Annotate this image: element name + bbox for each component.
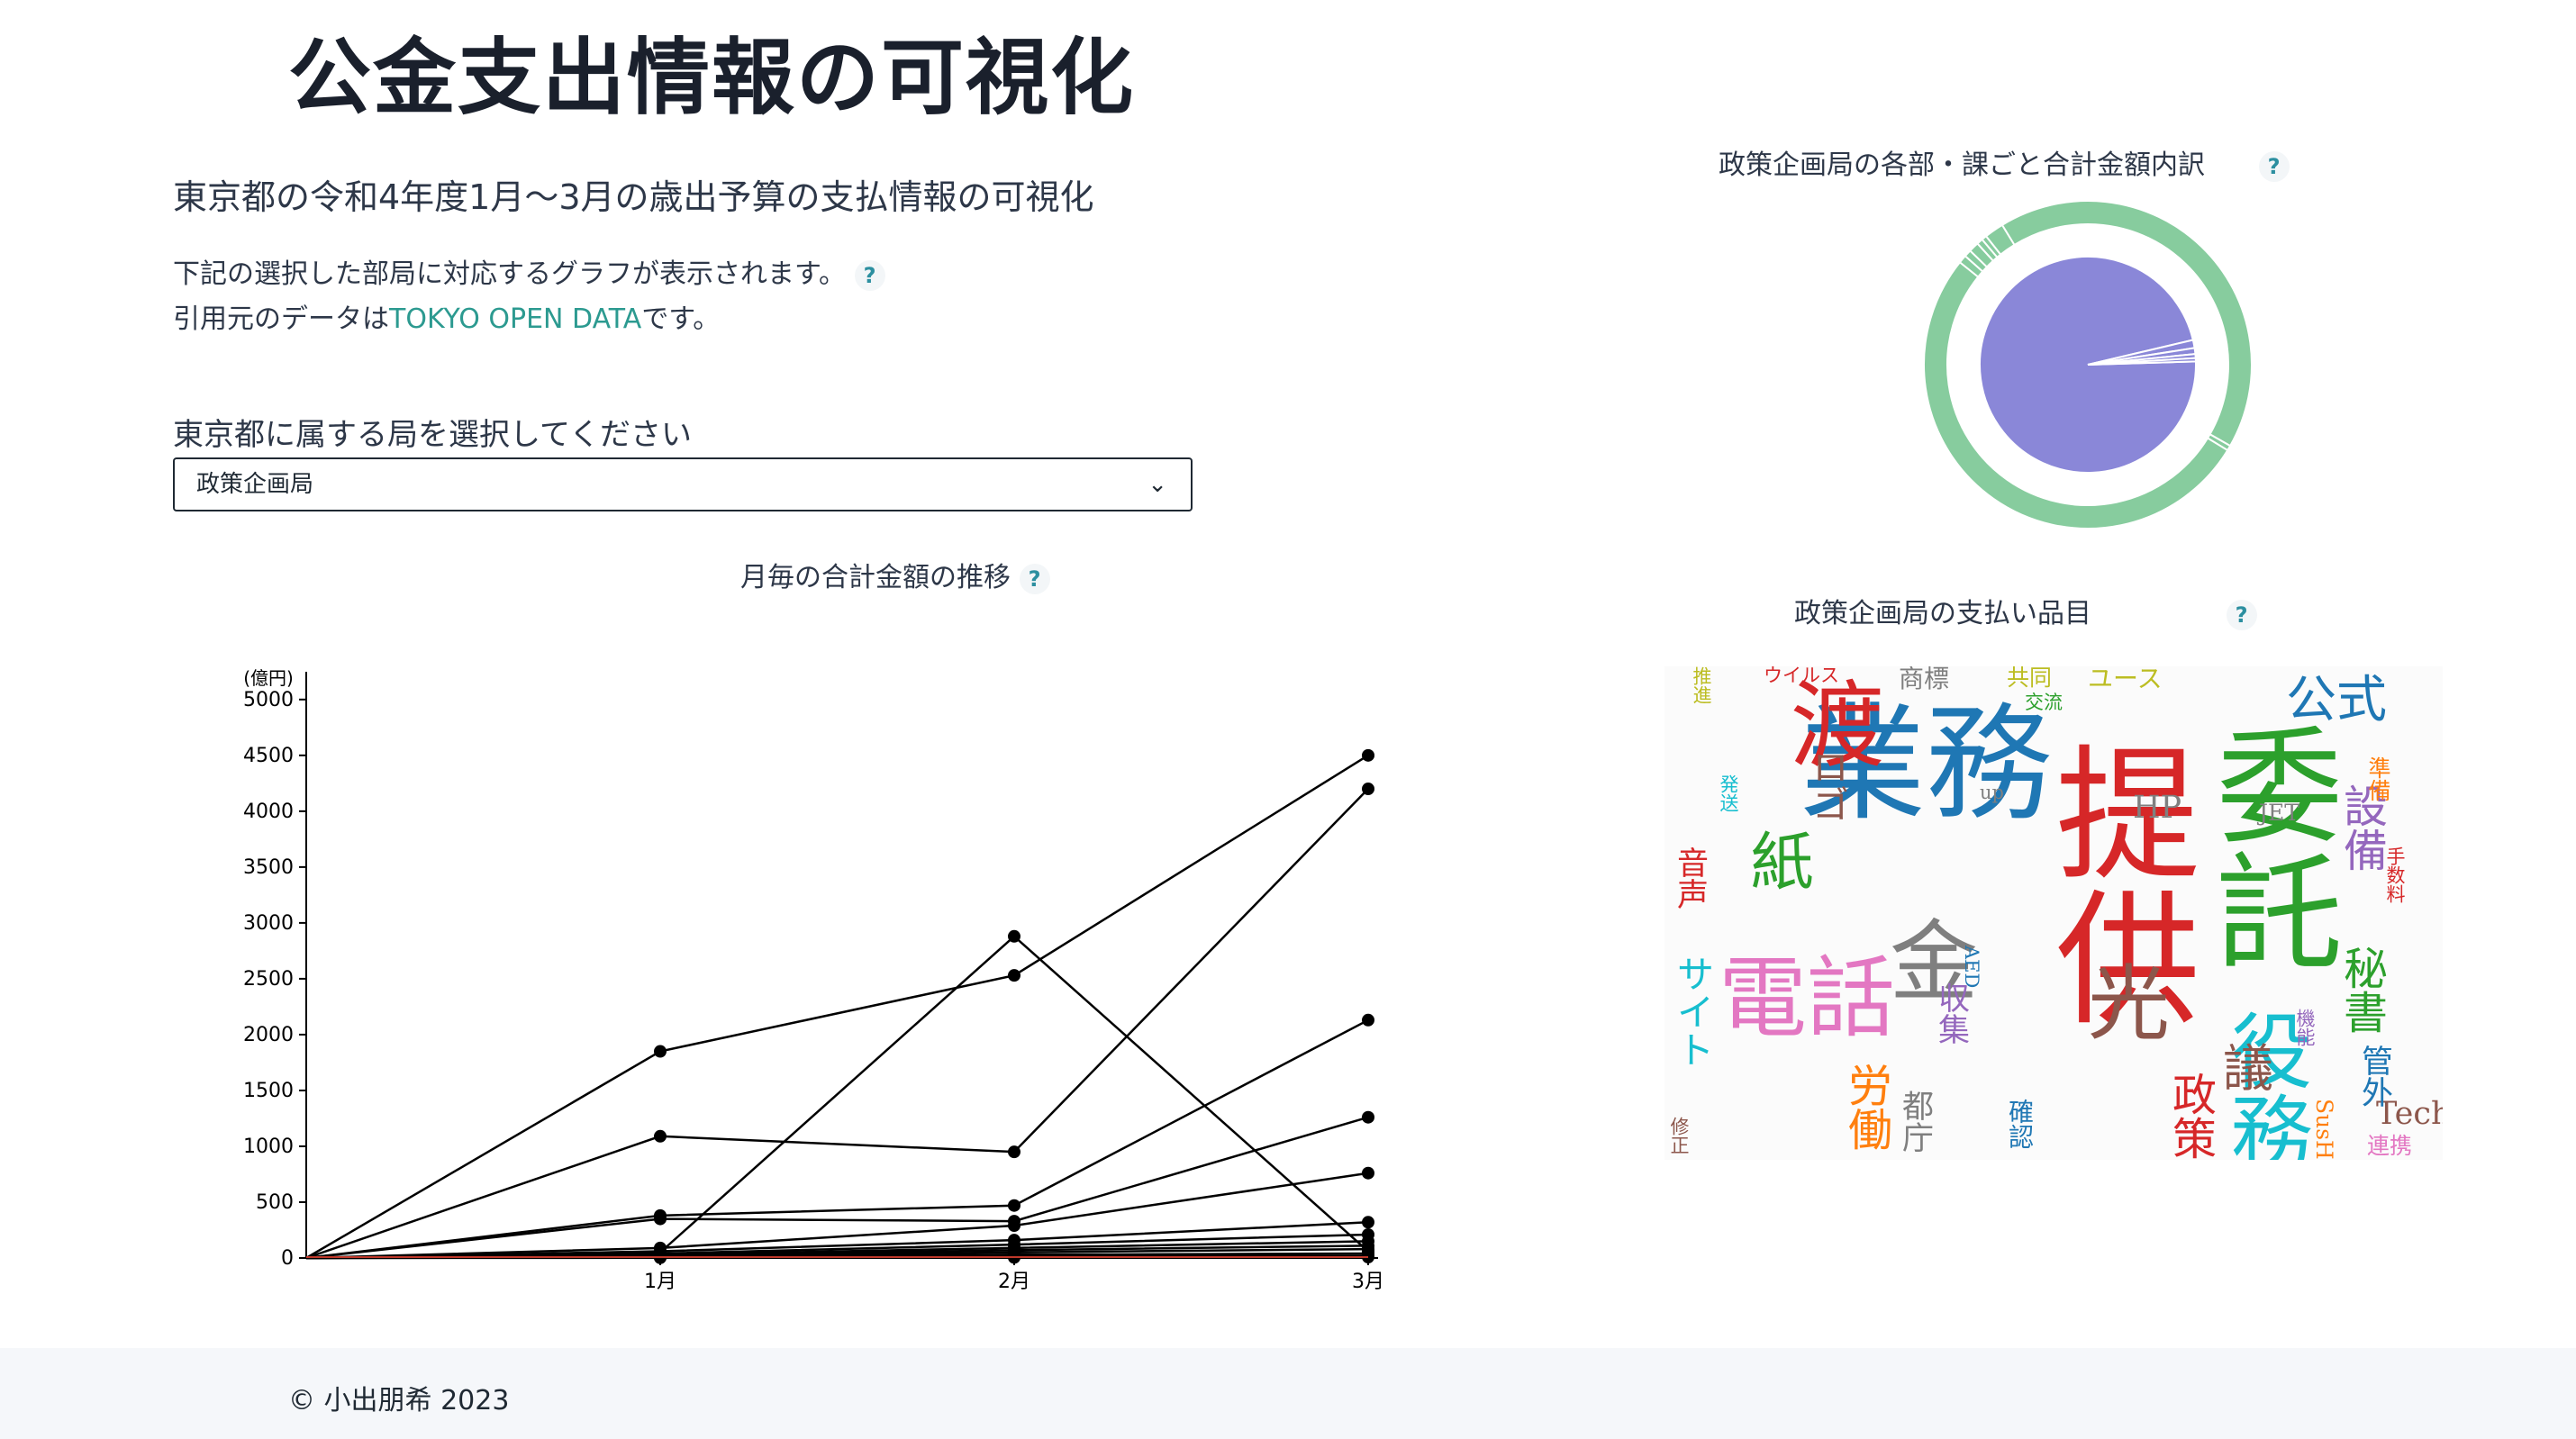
pie-chart [1923, 200, 2253, 529]
data-point [1008, 1219, 1020, 1233]
wordcloud-title: 政策企画局の支払い品目 [1794, 598, 2091, 629]
data-point [1362, 748, 1374, 762]
wordcloud-word: 収集 [1933, 982, 1969, 1045]
wordcloud-word: 労働 [1841, 1063, 1892, 1151]
y-tick-label: 1000 [243, 1136, 294, 1158]
wordcloud-word: 修正 [1668, 1117, 1690, 1154]
data-point [654, 1045, 667, 1058]
wordcloud-word: up [1980, 782, 2004, 803]
y-tick-label: 3500 [243, 856, 294, 879]
wordcloud-word: サイト [1671, 955, 1715, 1068]
wordcloud: 業務 提供 委託 電話渡金役務光紙公式 設備 秘書議政策 労働 サイト ロゴ Tech 収集 都庁 音声… [1664, 666, 2443, 1160]
wordcloud-word: 手数料 [2384, 846, 2406, 903]
wordcloud-word: 紙 [1740, 828, 1814, 891]
series-line [305, 754, 1369, 1260]
data-point [1008, 929, 1020, 943]
wordcloud-word: HP [2133, 790, 2182, 826]
y-tick-label: 1500 [243, 1080, 294, 1102]
wordcloud-word: 音声 [1672, 846, 1708, 910]
wordcloud-word: 都庁 [1897, 1090, 1933, 1153]
data-point [654, 1129, 667, 1143]
wordcloud-word: 委託 [2195, 720, 2342, 973]
wordcloud-word: 光 [2088, 957, 2171, 1052]
y-tick-label: 500 [256, 1191, 294, 1214]
data-point [1008, 969, 1020, 982]
wordcloud-word: 発送 [1718, 774, 1739, 812]
data-point [1362, 783, 1374, 796]
y-tick-label: 2500 [243, 968, 294, 991]
data-point [1362, 1216, 1374, 1229]
wordcloud-word: ロゴ [1806, 747, 1850, 823]
wordcloud-word: 公式 [2286, 671, 2387, 729]
y-tick-label: 5000 [243, 689, 294, 711]
data-point [1362, 1110, 1374, 1124]
wordcloud-word: 商標 [1899, 666, 1950, 693]
x-tick-label: 2月 [998, 1271, 1030, 1293]
y-tick-label: 2000 [243, 1024, 294, 1046]
y-axis-label: (億円) [243, 667, 294, 689]
y-tick-label: 4000 [243, 801, 294, 823]
footer-copyright: © 小出朋希 2023 [288, 1385, 510, 1416]
wordcloud-word: 政策 [2165, 1072, 2217, 1160]
wordcloud-word: 議 [2223, 1040, 2273, 1099]
y-tick-label: 0 [281, 1247, 294, 1270]
x-tick-label: 3月 [1352, 1271, 1384, 1293]
data-point [1008, 1199, 1020, 1212]
data-point [1362, 1013, 1374, 1027]
wordcloud-word: 共同 [2007, 666, 2053, 691]
wordcloud-word: JET [2259, 800, 2299, 826]
wordcloud-word: 推進 [1691, 666, 1712, 704]
wordcloud-word: 交流 [2025, 692, 2063, 713]
series-line [305, 1018, 1369, 1260]
wordcloud-word: 管外 [2356, 1045, 2392, 1108]
wordcloud-word: SusHi [2311, 1099, 2337, 1160]
wordcloud-word: ウイルス [1764, 666, 1839, 686]
line-chart: (億円) 0 500 1000 1500 2000 2500 3000 3500 4000 4500… [243, 667, 1384, 1293]
wordcloud-word: 機能 [2294, 1009, 2316, 1046]
y-tick-label: 4500 [243, 745, 294, 767]
pie-chart-help-icon[interactable]: ? [2258, 150, 2290, 182]
pie-chart-title-wrap: 政策企画局の各部・課ごと合計金額内訳 ? [1719, 142, 2290, 182]
wordcloud-word: 連携 [2367, 1133, 2413, 1159]
wordcloud-title-wrap: 政策企画局の支払い品目 ? [1794, 591, 2257, 630]
wordcloud-word: 確認 [2005, 1099, 2035, 1149]
wordcloud-word: ユース [2088, 666, 2163, 693]
pie-chart-title: 政策企画局の各部・課ごと合計金額内訳 [1719, 149, 2205, 181]
data-point [1008, 1145, 1020, 1159]
wordcloud-word: 秘書 [2336, 946, 2388, 1034]
data-point [654, 1212, 667, 1226]
data-point [1362, 1166, 1374, 1180]
wordcloud-word: 電話 [1719, 947, 1896, 1050]
series-line [305, 788, 1369, 1260]
x-tick-label: 1月 [644, 1271, 676, 1293]
wordcloud-word: 準備 [2365, 756, 2391, 801]
y-tick-label: 3000 [243, 912, 294, 935]
wordcloud-help-icon[interactable]: ? [2226, 599, 2257, 630]
wordcloud-word: AED [1961, 946, 1982, 989]
